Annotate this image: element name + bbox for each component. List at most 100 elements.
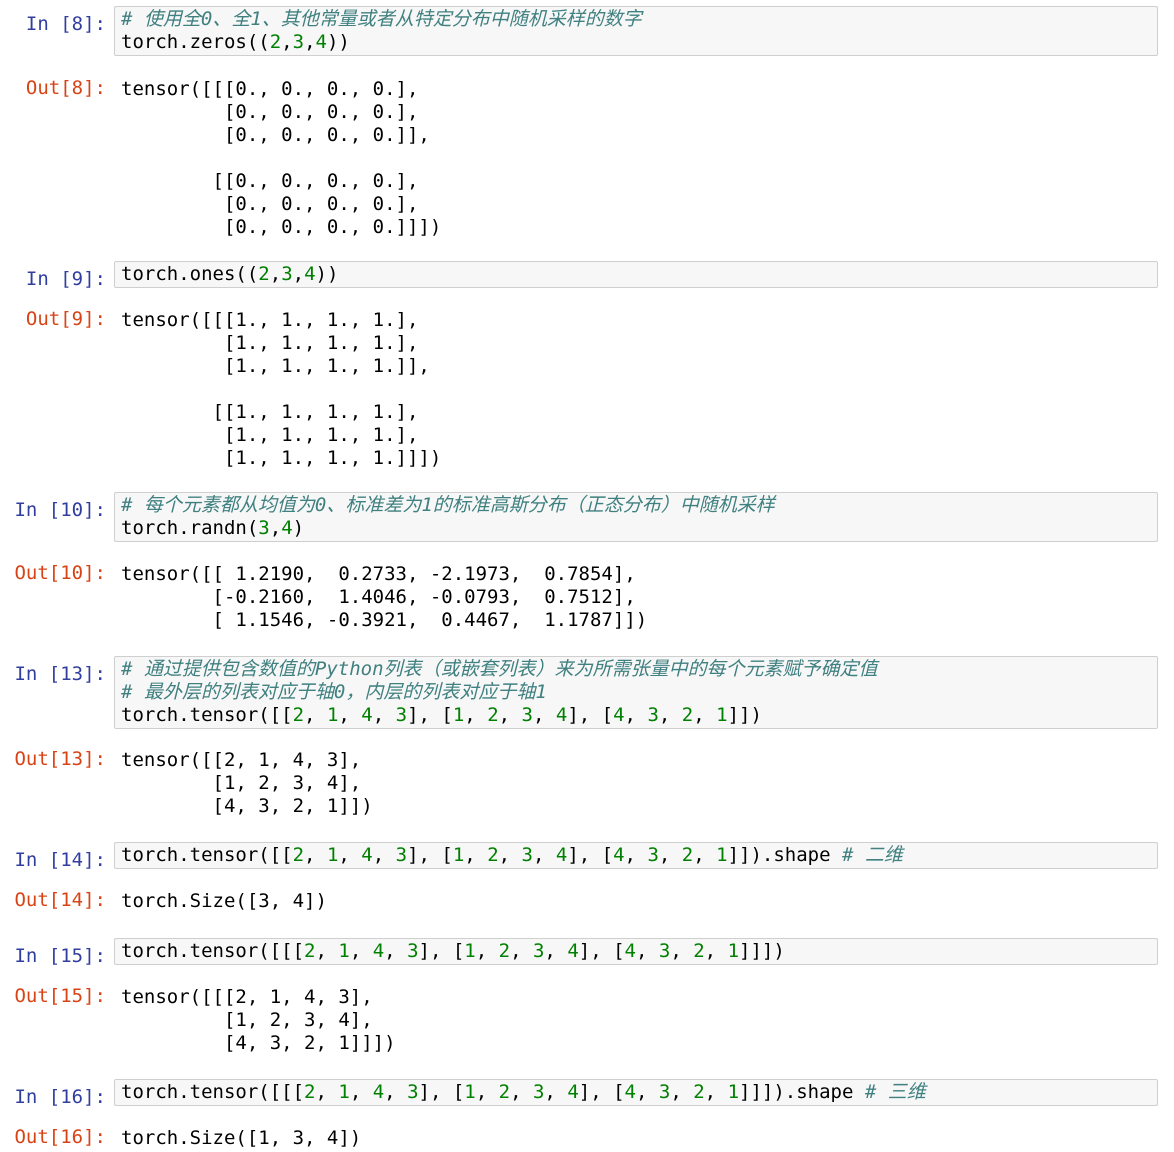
code-number: 3 (281, 263, 293, 285)
code-text: , (338, 704, 362, 726)
code-number: 2 (269, 31, 282, 53)
code-comment: # 三维 (864, 1081, 926, 1103)
cell-output: tensor([[[0., 0., 0., 0.], [0., 0., 0., … (121, 78, 442, 238)
code-text: , (670, 940, 694, 962)
code-text: , (693, 704, 717, 726)
code-comment: # 二维 (841, 844, 903, 866)
code-number: 3 (395, 704, 408, 726)
cell-output: torch.Size([3, 4]) (121, 890, 327, 912)
code-text: , (498, 704, 522, 726)
output-prompt: Out[16]: (14, 1126, 106, 1148)
code-input-cell[interactable]: # 每个元素都从均值为0、标准差为1的标准高斯分布（正态分布）中随机采样 tor… (114, 492, 1158, 542)
code-number: 4 (372, 940, 385, 962)
code-text: , (670, 1081, 694, 1103)
code-number: 3 (407, 940, 419, 962)
code-number: 2 (487, 844, 499, 866)
code-text: )) (326, 31, 350, 53)
code-text: , (532, 704, 556, 726)
code-text: , (372, 704, 396, 726)
code-comment: # 最外层的列表对应于轴0，内层的列表对应于轴1 (121, 681, 547, 703)
code-text: ], [ (418, 1081, 465, 1103)
output-prompt: Out[13]: (14, 748, 106, 770)
code-text: , (338, 844, 362, 866)
code-editor[interactable]: # 通过提供包含数值的Python列表（或嵌套列表）来为所需张量中的每个元素赋予… (121, 658, 1151, 727)
code-text: , (372, 844, 396, 866)
code-text: , (315, 940, 339, 962)
code-text: , (658, 704, 682, 726)
code-text: , (635, 1081, 659, 1103)
code-editor[interactable]: # 使用全0、全1、其他常量或者从特定分布中随机采样的数字 torch.zero… (121, 8, 1151, 54)
code-text: ], [ (407, 844, 453, 866)
code-number: 1 (716, 704, 728, 726)
code-text: , (544, 940, 568, 962)
code-number: 2 (292, 844, 305, 866)
code-input-cell[interactable]: # 通过提供包含数值的Python列表（或嵌套列表）来为所需张量中的每个元素赋予… (114, 656, 1158, 729)
code-number: 1 (338, 940, 350, 962)
code-text: , (510, 1081, 533, 1103)
cell-output: tensor([[2, 1, 4, 3], [1, 2, 3, 4], [4, … (121, 749, 373, 817)
code-editor[interactable]: # 每个元素都从均值为0、标准差为1的标准高斯分布（正态分布）中随机采样 tor… (121, 494, 1151, 540)
code-number: 1 (452, 844, 465, 866)
code-comment: # 通过提供包含数值的Python列表（或嵌套列表）来为所需张量中的每个元素赋予… (121, 658, 878, 680)
code-text: , (304, 844, 327, 866)
code-text: ], [ (407, 704, 453, 726)
code-text: torch.zeros(( (121, 31, 270, 53)
code-number: 1 (716, 844, 728, 866)
code-number: 2 (681, 704, 694, 726)
code-number: 3 (395, 844, 408, 866)
code-editor[interactable]: torch.tensor([[[2, 1, 4, 3], [1, 2, 3, 4… (121, 1081, 1151, 1104)
code-input-cell[interactable]: torch.tensor([[[2, 1, 4, 3], [1, 2, 3, 4… (114, 1079, 1158, 1106)
input-prompt: In [9]: (25, 268, 106, 290)
code-number: 4 (304, 263, 316, 285)
code-number: 3 (532, 1081, 545, 1103)
code-text: , (704, 1081, 728, 1103)
code-text: , (693, 844, 717, 866)
code-number: 2 (304, 940, 316, 962)
code-comment: # 每个元素都从均值为0、标准差为1的标准高斯分布（正态分布）中随机采样 (121, 494, 775, 516)
code-text: ], [ (567, 704, 614, 726)
code-number: 2 (487, 704, 499, 726)
code-number: 2 (292, 704, 305, 726)
input-prompt: In [10]: (14, 499, 106, 521)
code-text: ]]]).shape (739, 1081, 865, 1103)
code-number: 2 (693, 1081, 705, 1103)
code-text: , (532, 844, 556, 866)
code-number: 1 (464, 1081, 476, 1103)
output-prompt: Out[15]: (14, 985, 106, 1007)
input-prompt: In [15]: (14, 945, 106, 967)
code-number: 4 (555, 844, 568, 866)
code-text: , (475, 940, 499, 962)
input-prompt: In [8]: (25, 13, 106, 35)
code-number: 4 (624, 940, 636, 962)
code-number: 3 (521, 844, 533, 866)
code-text: , (658, 844, 682, 866)
code-text: torch.tensor([[[ (121, 940, 305, 962)
code-number: 4 (361, 844, 373, 866)
code-number: 4 (281, 517, 293, 539)
code-number: 1 (338, 1081, 350, 1103)
code-input-cell[interactable]: torch.tensor([[2, 1, 4, 3], [1, 2, 3, 4]… (114, 842, 1158, 869)
code-text: , (384, 1081, 408, 1103)
code-input-cell[interactable]: torch.tensor([[[2, 1, 4, 3], [1, 2, 3, 4… (114, 938, 1158, 965)
code-number: 3 (407, 1081, 419, 1103)
code-input-cell[interactable]: torch.ones((2,3,4)) (114, 261, 1158, 288)
code-number: 3 (658, 940, 671, 962)
code-input-cell[interactable]: # 使用全0、全1、其他常量或者从特定分布中随机采样的数字 torch.zero… (114, 6, 1158, 56)
code-number: 4 (361, 704, 373, 726)
code-text: , (704, 940, 728, 962)
code-number: 4 (555, 704, 568, 726)
code-text: ], [ (418, 940, 465, 962)
cell-output: tensor([[[2, 1, 4, 3], [1, 2, 3, 4], [4,… (121, 986, 396, 1054)
code-text: , (349, 940, 373, 962)
code-number: 1 (727, 1081, 740, 1103)
code-editor[interactable]: torch.tensor([[2, 1, 4, 3], [1, 2, 3, 4]… (121, 844, 1151, 867)
code-number: 1 (326, 704, 339, 726)
output-prompt: Out[14]: (14, 889, 106, 911)
code-number: 2 (258, 263, 270, 285)
code-number: 1 (727, 940, 740, 962)
code-editor[interactable]: torch.tensor([[[2, 1, 4, 3], [1, 2, 3, 4… (121, 940, 1151, 963)
output-prompt: Out[10]: (14, 562, 106, 584)
code-text: , (510, 940, 533, 962)
code-text: , (269, 517, 282, 539)
code-editor[interactable]: torch.ones((2,3,4)) (121, 263, 1151, 286)
